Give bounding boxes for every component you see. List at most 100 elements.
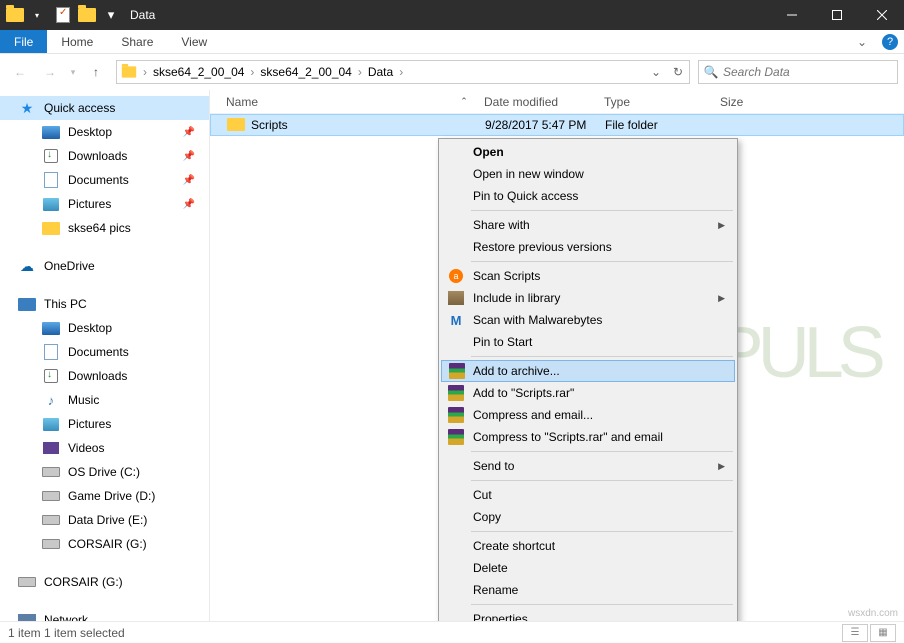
ribbon-expand-icon[interactable]: ⌄ <box>848 30 876 53</box>
ctx-rename[interactable]: Rename <box>441 579 735 601</box>
pictures-icon <box>42 416 60 432</box>
sidebar-item-desktop[interactable]: Desktop <box>0 316 209 340</box>
ctx-create-shortcut[interactable]: Create shortcut <box>441 535 735 557</box>
sidebar-corsair[interactable]: CORSAIR (G:) <box>0 570 209 594</box>
ctx-scan-avast[interactable]: aScan Scripts <box>441 265 735 287</box>
star-icon: ★ <box>18 100 36 116</box>
help-button[interactable]: ? <box>876 30 904 53</box>
ctx-scan-malwarebytes[interactable]: MScan with Malwarebytes <box>441 309 735 331</box>
folder-icon <box>42 220 60 236</box>
chevron-right-icon[interactable]: › <box>248 65 256 79</box>
app-folder-icon <box>4 4 26 26</box>
breadcrumb-2[interactable]: skse64_2_00_04 <box>256 61 355 83</box>
sidebar-item-music[interactable]: ♪Music <box>0 388 209 412</box>
column-type[interactable]: Type <box>604 95 720 109</box>
ctx-delete[interactable]: Delete <box>441 557 735 579</box>
separator <box>471 531 733 532</box>
ctx-add-to-archive[interactable]: Add to archive... <box>441 360 735 382</box>
view-details-button[interactable]: ☰ <box>842 624 868 642</box>
sidebar: ★ Quick access Desktop 📌 Downloads 📌 Docum… <box>0 90 210 621</box>
ctx-compress-rar-email[interactable]: Compress to "Scripts.rar" and email <box>441 426 735 448</box>
column-date[interactable]: Date modified <box>484 95 604 109</box>
recent-dropdown[interactable]: ▾ <box>66 59 80 85</box>
sidebar-item-label: Downloads <box>68 149 127 163</box>
ctx-pin-quick-access[interactable]: Pin to Quick access <box>441 185 735 207</box>
ctx-open[interactable]: Open <box>441 141 735 163</box>
ctx-include-library[interactable]: Include in library▶ <box>441 287 735 309</box>
chevron-right-icon: ▶ <box>718 461 725 472</box>
sidebar-item-documents[interactable]: Documents <box>0 340 209 364</box>
sidebar-item-label: This PC <box>44 297 87 311</box>
properties-icon[interactable] <box>52 4 74 26</box>
pin-icon: 📌 <box>183 151 195 162</box>
sidebar-item-drive-e[interactable]: Data Drive (E:) <box>0 508 209 532</box>
sidebar-item-label: Music <box>68 393 99 407</box>
ctx-add-to-rar[interactable]: Add to "Scripts.rar" <box>441 382 735 404</box>
sidebar-item-downloads[interactable]: Downloads 📌 <box>0 144 209 168</box>
search-box[interactable]: 🔍 <box>698 60 898 84</box>
ctx-copy[interactable]: Copy <box>441 506 735 528</box>
back-button[interactable]: ← <box>6 59 34 85</box>
ctx-open-new-window[interactable]: Open in new window <box>441 163 735 185</box>
separator <box>471 261 733 262</box>
view-tab[interactable]: View <box>167 30 221 53</box>
sidebar-item-folder[interactable]: skse64 pics <box>0 216 209 240</box>
address-history-dropdown[interactable]: ⌄ <box>645 61 667 83</box>
ctx-pin-start[interactable]: Pin to Start <box>441 331 735 353</box>
sidebar-item-label: Game Drive (D:) <box>68 489 155 503</box>
sidebar-item-videos[interactable]: Videos <box>0 436 209 460</box>
file-date: 9/28/2017 5:47 PM <box>485 118 605 132</box>
chevron-right-icon[interactable]: › <box>397 65 405 79</box>
ctx-cut[interactable]: Cut <box>441 484 735 506</box>
address-bar[interactable]: › skse64_2_00_04 › skse64_2_00_04 › Data… <box>116 60 690 84</box>
ctx-share-with[interactable]: Share with▶ <box>441 214 735 236</box>
title-dropdown-icon[interactable]: ▾ <box>28 4 50 26</box>
up-button[interactable]: ↑ <box>82 59 110 85</box>
maximize-button[interactable] <box>814 0 859 30</box>
malwarebytes-icon: M <box>447 311 465 329</box>
ctx-restore-versions[interactable]: Restore previous versions <box>441 236 735 258</box>
title-bar: ▾ ▾ Data <box>0 0 904 30</box>
desktop-icon <box>42 124 60 140</box>
sidebar-item-documents[interactable]: Documents📌 <box>0 168 209 192</box>
breadcrumb-1[interactable]: skse64_2_00_04 <box>149 61 248 83</box>
sidebar-item-drive-c[interactable]: OS Drive (C:) <box>0 460 209 484</box>
open-folder-icon[interactable] <box>76 4 98 26</box>
sidebar-item-downloads[interactable]: Downloads <box>0 364 209 388</box>
folder-icon <box>227 118 245 132</box>
chevron-right-icon[interactable]: › <box>141 65 149 79</box>
ctx-send-to[interactable]: Send to▶ <box>441 455 735 477</box>
pin-icon: 📌 <box>183 127 195 138</box>
file-row[interactable]: Scripts 9/28/2017 5:47 PM File folder <box>210 114 904 136</box>
sidebar-this-pc[interactable]: This PC <box>0 292 209 316</box>
close-button[interactable] <box>859 0 904 30</box>
onedrive-icon: ☁ <box>18 258 36 274</box>
context-menu: Open Open in new window Pin to Quick acc… <box>438 138 738 633</box>
sidebar-item-pictures[interactable]: Pictures📌 <box>0 192 209 216</box>
sidebar-network[interactable]: Network <box>0 608 209 621</box>
home-tab[interactable]: Home <box>47 30 107 53</box>
forward-button[interactable]: → <box>36 59 64 85</box>
video-icon <box>42 440 60 456</box>
chevron-right-icon[interactable]: › <box>356 65 364 79</box>
view-icons-button[interactable]: ▦ <box>870 624 896 642</box>
search-input[interactable] <box>723 65 897 79</box>
status-bar: 1 item 1 item selected ☰ ▦ <box>0 621 904 643</box>
sidebar-item-label: Desktop <box>68 125 112 139</box>
desktop-icon <box>42 320 60 336</box>
sidebar-quick-access[interactable]: ★ Quick access <box>0 96 209 120</box>
breadcrumb-3[interactable]: Data <box>364 61 397 83</box>
sidebar-item-desktop[interactable]: Desktop 📌 <box>0 120 209 144</box>
sidebar-item-drive-g[interactable]: CORSAIR (G:) <box>0 532 209 556</box>
sidebar-onedrive[interactable]: ☁OneDrive <box>0 254 209 278</box>
sidebar-item-pictures[interactable]: Pictures <box>0 412 209 436</box>
sidebar-item-drive-d[interactable]: Game Drive (D:) <box>0 484 209 508</box>
column-size[interactable]: Size <box>720 95 800 109</box>
refresh-button[interactable]: ↻ <box>667 61 689 83</box>
minimize-button[interactable] <box>769 0 814 30</box>
winrar-icon <box>447 406 465 424</box>
ctx-compress-email[interactable]: Compress and email... <box>441 404 735 426</box>
file-tab[interactable]: File <box>0 30 47 53</box>
qat-overflow-icon[interactable]: ▾ <box>100 4 122 26</box>
share-tab[interactable]: Share <box>107 30 167 53</box>
